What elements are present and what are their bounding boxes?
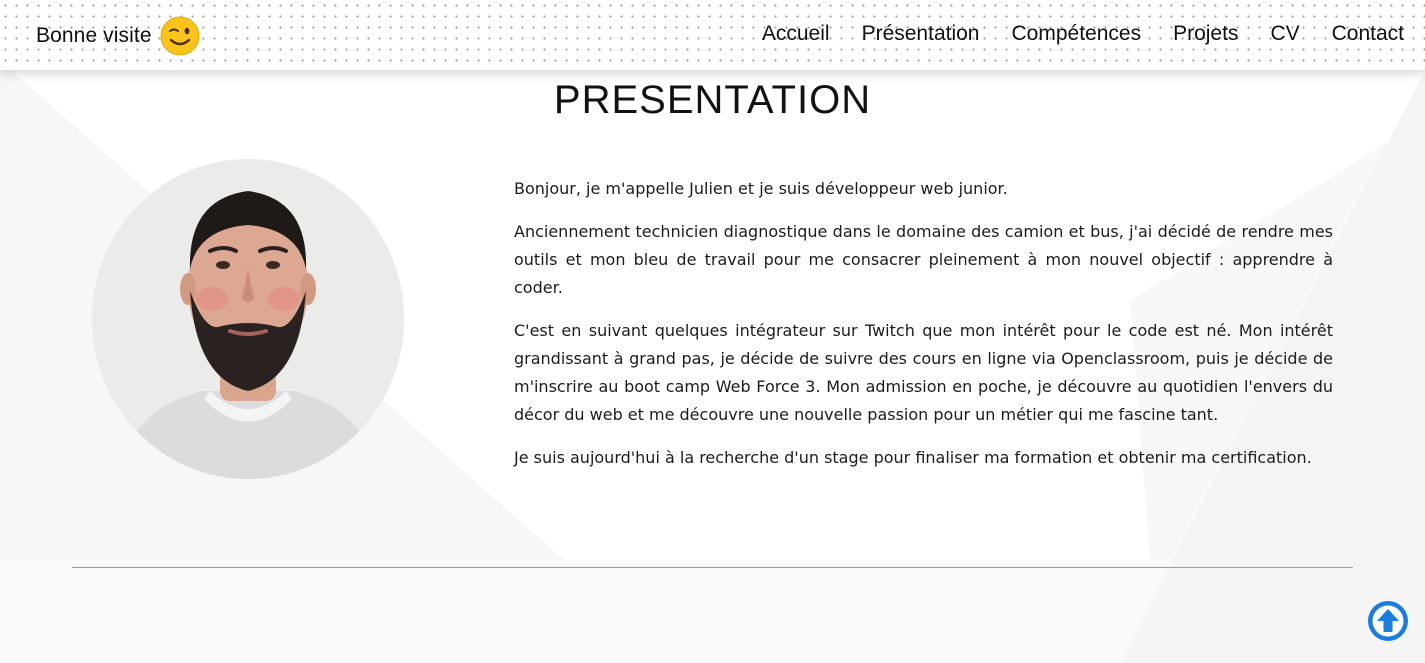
brand-text: Bonne visite (36, 24, 152, 47)
brand: Bonne visite (36, 16, 200, 56)
bio-paragraph: Bonjour, je m'appelle Julien et je suis … (514, 179, 1008, 198)
section-divider (72, 567, 1353, 568)
profile-photo (92, 159, 404, 479)
nav-contact[interactable]: Contact (1332, 22, 1404, 46)
site-header: Bonne visite Accueil Présentation Compét… (0, 0, 1425, 70)
bio-paragraph: Anciennement technicien diagnostique dan… (514, 222, 1333, 297)
nav-accueil[interactable]: Accueil (762, 22, 830, 46)
nav-cv[interactable]: CV (1270, 22, 1299, 46)
nav-presentation[interactable]: Présentation (862, 22, 980, 46)
main-nav: Accueil Présentation Compétences Projets… (762, 22, 1404, 46)
scroll-to-top-button[interactable] (1368, 601, 1408, 641)
bio-paragraph: C'est en suivant quelques intégrateur su… (514, 321, 1333, 424)
presentation-text: Bonjour, je m'appelle Julien et je suis … (514, 175, 1333, 487)
arrow-up-circle-icon (1368, 601, 1408, 641)
page-title: PRESENTATION (553, 78, 872, 122)
bio-paragraph: Je suis aujourd'hui à la recherche d'un … (514, 448, 1312, 467)
nav-competences[interactable]: Compétences (1012, 22, 1142, 46)
nav-projets[interactable]: Projets (1173, 22, 1238, 46)
winking-face-icon (160, 16, 200, 56)
page: Bonne visite Accueil Présentation Compét… (0, 0, 1425, 663)
